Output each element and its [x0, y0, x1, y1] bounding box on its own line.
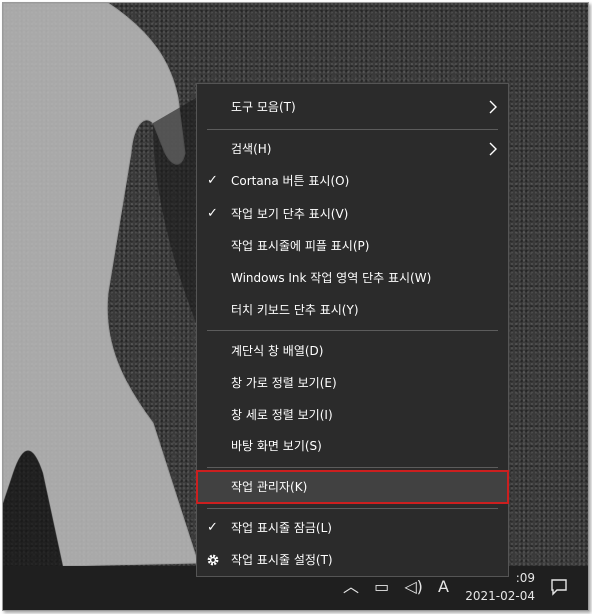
menu-item-show-windows-side-by-side[interactable]: 창 세로 정렬 보기(I) — [197, 399, 508, 431]
checkmark-icon: ✓ — [207, 206, 218, 221]
menu-item-label: 창 세로 정렬 보기(I) — [231, 408, 333, 422]
menu-item-label: Cortana 버튼 표시(O) — [231, 174, 350, 188]
chevron-right-icon — [489, 142, 497, 156]
screenshot-frame: ︿ ▭ ◁) A :09 2021-02-04 도구 모음(T) 검색(H) ✓… — [2, 2, 589, 611]
chevron-right-icon — [489, 100, 497, 114]
menu-item-label: 도구 모음(T) — [231, 100, 296, 114]
menu-item-label: 작업 관리자(K) — [231, 480, 308, 494]
checkmark-icon: ✓ — [207, 520, 218, 535]
menu-item-label: 작업 표시줄 잠금(L) — [231, 521, 332, 535]
menu-item-label: 작업 표시줄 설정(T) — [231, 553, 333, 567]
action-center-icon[interactable] — [547, 575, 571, 599]
clock-date: 2021-02-04 — [465, 589, 535, 603]
menu-separator — [207, 508, 498, 509]
menu-item-label: 작업 표시줄에 피플 표시(P) — [231, 239, 370, 253]
system-tray: ︿ ▭ ◁) A — [343, 572, 463, 610]
menu-item-task-manager[interactable]: 작업 관리자(K) — [196, 470, 509, 504]
menu-item-show-people[interactable]: 작업 표시줄에 피플 표시(P) — [197, 230, 508, 262]
menu-item-show-touch-keyboard[interactable]: 터치 키보드 단추 표시(Y) — [197, 294, 508, 326]
menu-item-label: 검색(H) — [231, 142, 272, 156]
menu-separator — [207, 129, 498, 130]
menu-item-search[interactable]: 검색(H) — [197, 133, 508, 165]
menu-item-show-task-view-button[interactable]: ✓ 작업 보기 단추 표시(V) — [197, 198, 508, 230]
menu-item-show-windows-stacked[interactable]: 창 가로 정렬 보기(E) — [197, 367, 508, 399]
menu-item-lock-taskbar[interactable]: ✓ 작업 표시줄 잠금(L) — [197, 512, 508, 544]
menu-item-label: 창 가로 정렬 보기(E) — [231, 376, 337, 390]
menu-item-show-cortana-button[interactable]: ✓ Cortana 버튼 표시(O) — [197, 165, 508, 197]
menu-separator — [207, 467, 498, 468]
menu-item-label: 계단식 창 배열(D) — [231, 344, 324, 358]
gear-icon — [207, 554, 219, 566]
menu-item-show-windows-ink[interactable]: Windows Ink 작업 영역 단추 표시(W) — [197, 262, 508, 294]
menu-item-taskbar-settings[interactable]: 작업 표시줄 설정(T) — [197, 544, 508, 576]
menu-item-label: 작업 보기 단추 표시(V) — [231, 207, 349, 221]
menu-item-label: Windows Ink 작업 영역 단추 표시(W) — [231, 271, 432, 285]
checkmark-icon: ✓ — [207, 173, 218, 188]
menu-item-label: 바탕 화면 보기(S) — [231, 439, 322, 453]
menu-item-toolbars[interactable]: 도구 모음(T) — [197, 91, 508, 123]
menu-item-cascade-windows[interactable]: 계단식 창 배열(D) — [197, 335, 508, 367]
taskbar-context-menu: 도구 모음(T) 검색(H) ✓ Cortana 버튼 표시(O) ✓ 작업 보… — [196, 83, 509, 577]
menu-item-show-desktop[interactable]: 바탕 화면 보기(S) — [197, 430, 508, 462]
menu-separator — [207, 330, 498, 331]
menu-item-label: 터치 키보드 단추 표시(Y) — [231, 303, 359, 317]
